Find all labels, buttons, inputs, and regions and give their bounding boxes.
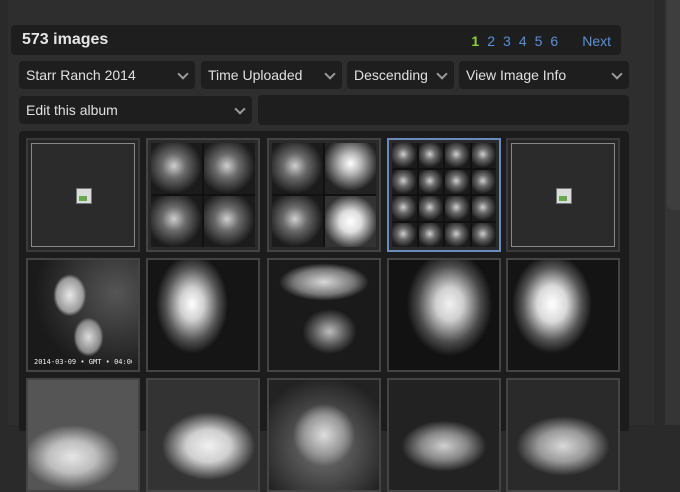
thumbnail[interactable]: [146, 378, 260, 492]
sort-by-value: Time Uploaded: [208, 67, 303, 83]
pagination: 1 2 3 4 5 6 Next: [471, 33, 611, 49]
thumbnail-image: [272, 143, 376, 247]
thumbnail-image: [392, 143, 496, 247]
thumbnail-image: [28, 260, 138, 370]
page-link-4[interactable]: 4: [519, 33, 527, 49]
thumbnail-image: [389, 380, 499, 490]
sort-order-value: Descending: [354, 67, 428, 83]
thumbnail-image: [148, 380, 258, 490]
view-select[interactable]: View Image Info: [459, 61, 629, 89]
thumbnail[interactable]: [267, 378, 381, 492]
sort-order-select[interactable]: Descending: [347, 61, 454, 89]
view-select-value: View Image Info: [466, 67, 567, 83]
thumbnail-image: [508, 260, 618, 370]
next-page-link[interactable]: Next: [582, 33, 611, 49]
thumbnail-selected[interactable]: [387, 138, 501, 252]
album-header-bar: 573 images 1 2 3 4 5 6 Next: [11, 25, 621, 55]
edit-album-select[interactable]: Edit this album: [19, 96, 252, 124]
side-panel: [665, 0, 680, 425]
thumbnail[interactable]: 2014-03-09 • GMT • 04:06: [26, 258, 140, 372]
thumbnail-image: [269, 260, 379, 370]
album-select-value: Starr Ranch 2014: [26, 67, 136, 83]
thumbnail-image: [28, 380, 138, 490]
chevron-down-icon: [177, 68, 189, 80]
thumbnail[interactable]: [146, 138, 260, 252]
thumbnail[interactable]: [146, 258, 260, 372]
thumbnail[interactable]: [387, 258, 501, 372]
chevron-down-icon: [234, 103, 246, 115]
thumbnail[interactable]: [506, 138, 620, 252]
thumbnail[interactable]: [506, 258, 620, 372]
thumbnail-image: [148, 260, 258, 370]
chevron-down-icon: [436, 68, 448, 80]
edit-album-value: Edit this album: [26, 102, 118, 118]
thumbnail-image: [508, 380, 618, 490]
thumbnail-image: [151, 143, 255, 247]
thumbnail[interactable]: [26, 138, 140, 252]
thumbnail[interactable]: [26, 378, 140, 492]
thumbnail-image: [269, 380, 379, 490]
empty-toolbar-field: [258, 95, 629, 125]
thumbnail[interactable]: [267, 138, 381, 252]
thumbnail[interactable]: [506, 378, 620, 492]
page-link-1[interactable]: 1: [471, 33, 479, 49]
image-count: 573 images: [22, 31, 109, 48]
thumbnail[interactable]: [267, 258, 381, 372]
album-select[interactable]: Starr Ranch 2014: [19, 61, 195, 89]
page-link-3[interactable]: 3: [503, 33, 511, 49]
sort-by-select[interactable]: Time Uploaded: [201, 61, 342, 89]
side-panel-tab: [667, 0, 680, 210]
chevron-down-icon: [324, 68, 336, 80]
broken-image-icon: [76, 188, 92, 204]
thumbnail-image: [389, 260, 499, 370]
thumbnail-timestamp: 2014-03-09 • GMT • 04:06: [34, 358, 132, 366]
page-link-2[interactable]: 2: [487, 33, 495, 49]
page-link-6[interactable]: 6: [550, 33, 558, 49]
page-link-5[interactable]: 5: [535, 33, 543, 49]
thumbnail[interactable]: [387, 378, 501, 492]
chevron-down-icon: [611, 68, 623, 80]
broken-image-icon: [556, 188, 572, 204]
